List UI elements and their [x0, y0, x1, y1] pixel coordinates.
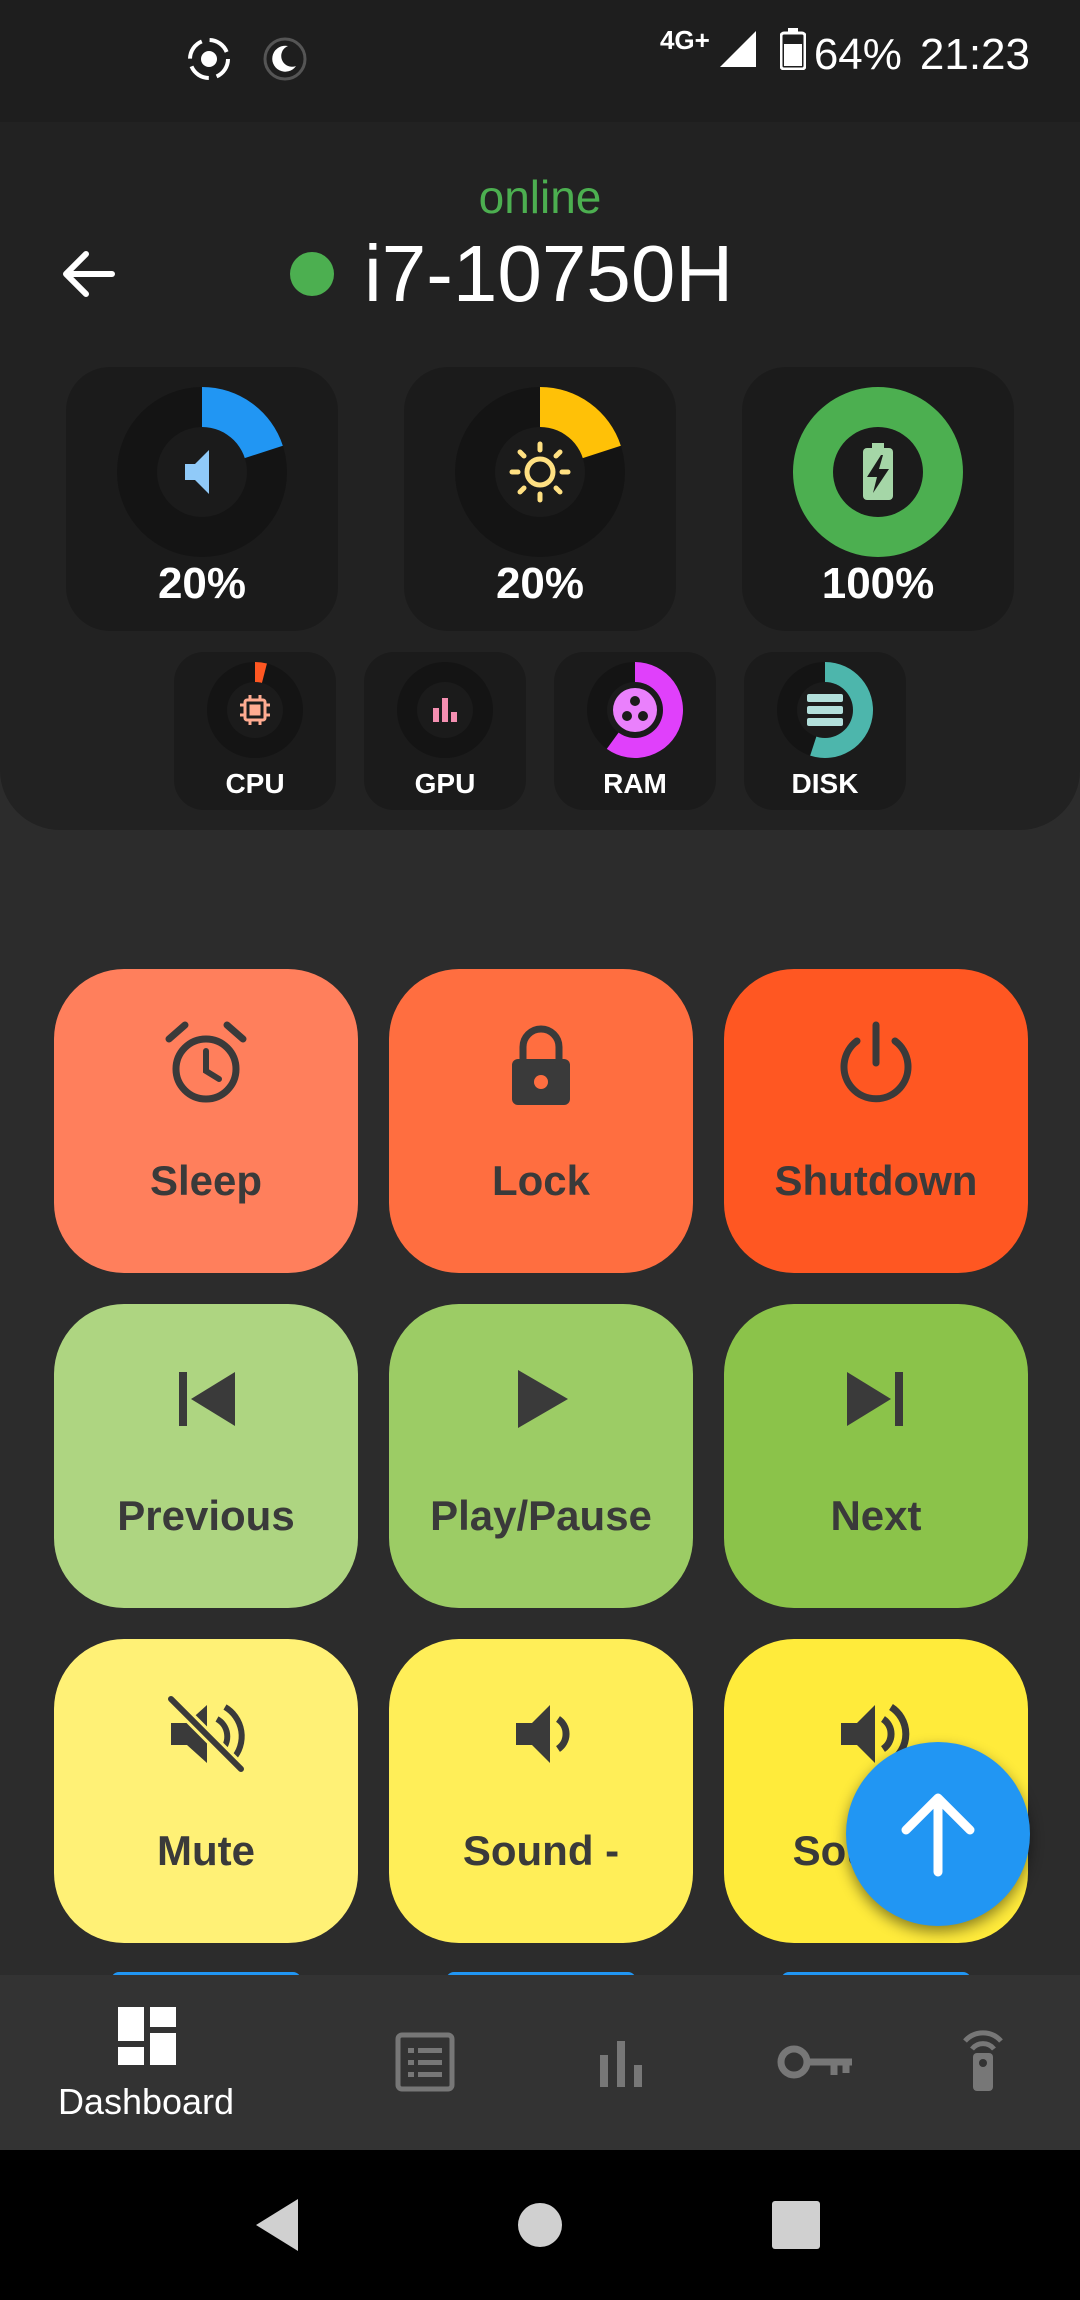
system-navigation-bar [0, 2150, 1080, 2300]
nav-remote[interactable] [874, 1975, 1080, 2150]
nav-list[interactable] [316, 1975, 532, 2150]
shutdown-button[interactable]: Shutdown [724, 969, 1028, 1273]
key-icon [777, 2045, 852, 2079]
lock-label: Lock [491, 1157, 591, 1204]
dashboard-icon [118, 2007, 176, 2065]
ram-card[interactable]: RAM [554, 652, 716, 810]
list-icon [395, 2032, 455, 2092]
next-button[interactable]: Next [724, 1304, 1028, 1608]
sleep-button[interactable]: Sleep [54, 969, 358, 1273]
battery-value: 100% [821, 559, 935, 608]
battery-icon [779, 28, 807, 81]
bottom-navigation: Dashboard [0, 1975, 1080, 2150]
cpu-label: CPU [225, 768, 285, 799]
cpu-card[interactable]: CPU [174, 652, 336, 810]
remote-icon [963, 2030, 1003, 2091]
arrow-up-icon [901, 1793, 975, 1877]
nav-dashboard-label: Dashboard [57, 2081, 235, 2122]
network-type: 4G+ [659, 25, 710, 55]
power-icon [840, 1021, 912, 1103]
cpu-icon [240, 695, 270, 725]
brightness-gauge[interactable]: 20% [404, 367, 676, 631]
skip-next-icon [847, 1372, 903, 1426]
signal-icon [718, 29, 758, 80]
back-triangle-icon[interactable] [250, 2195, 310, 2255]
ram-label: RAM [603, 768, 667, 799]
gpu-label: GPU [414, 768, 476, 799]
disk-card[interactable]: DISK [744, 652, 906, 810]
disk-icon [807, 694, 843, 726]
brightness-value: 20% [495, 559, 585, 608]
connection-status: online [478, 171, 602, 223]
home-circle-icon[interactable] [510, 2195, 570, 2255]
do-not-disturb-moon-icon [262, 36, 308, 87]
battery-gauge[interactable]: 100% [742, 367, 1014, 631]
back-arrow-icon[interactable] [56, 242, 120, 306]
bar-chart-icon [600, 2041, 642, 2087]
nav-stats[interactable] [512, 1975, 728, 2150]
device-name: i7-10750H [364, 229, 734, 318]
battery-charging-icon [863, 443, 893, 500]
volume-down-icon [516, 1705, 570, 1763]
mute-label: Mute [157, 1827, 255, 1874]
nav-dashboard[interactable]: Dashboard [38, 1975, 254, 2150]
ram-icon [613, 688, 657, 732]
online-indicator-dot [290, 252, 334, 296]
sleep-label: Sleep [149, 1157, 263, 1204]
status-bar: 4G+ 64% 21:23 [0, 0, 1080, 122]
skip-previous-icon [179, 1372, 235, 1426]
recents-square-icon[interactable] [766, 2195, 826, 2255]
battery-percent: 64% [813, 29, 902, 79]
play-pause-label: Play/Pause [430, 1492, 652, 1539]
mute-button[interactable]: Mute [54, 1639, 358, 1943]
lock-icon [512, 1025, 570, 1105]
clock: 21:23 [919, 29, 1030, 79]
volume-value: 20% [157, 559, 247, 608]
screen-record-icon [186, 36, 232, 87]
play-pause-button[interactable]: Play/Pause [389, 1304, 693, 1608]
volume-gauge[interactable]: 20% [66, 367, 338, 631]
volume-off-icon [166, 1694, 246, 1774]
alarm-clock-icon [165, 1021, 247, 1103]
lock-button[interactable]: Lock [389, 969, 693, 1273]
scroll-to-top-button[interactable] [846, 1742, 1030, 1926]
disk-label: DISK [791, 768, 859, 799]
play-icon [518, 1370, 568, 1428]
next-label: Next [830, 1492, 922, 1539]
shutdown-label: Shutdown [774, 1157, 978, 1204]
previous-label: Previous [117, 1492, 295, 1539]
previous-button[interactable]: Previous [54, 1304, 358, 1608]
sound-down-label: Sound - [462, 1827, 620, 1874]
gpu-card[interactable]: GPU [364, 652, 526, 810]
sound-down-button[interactable]: Sound - [389, 1639, 693, 1943]
device-header: online i7-10750H 20% 20% 100% CPU GPU RA… [0, 122, 1080, 830]
